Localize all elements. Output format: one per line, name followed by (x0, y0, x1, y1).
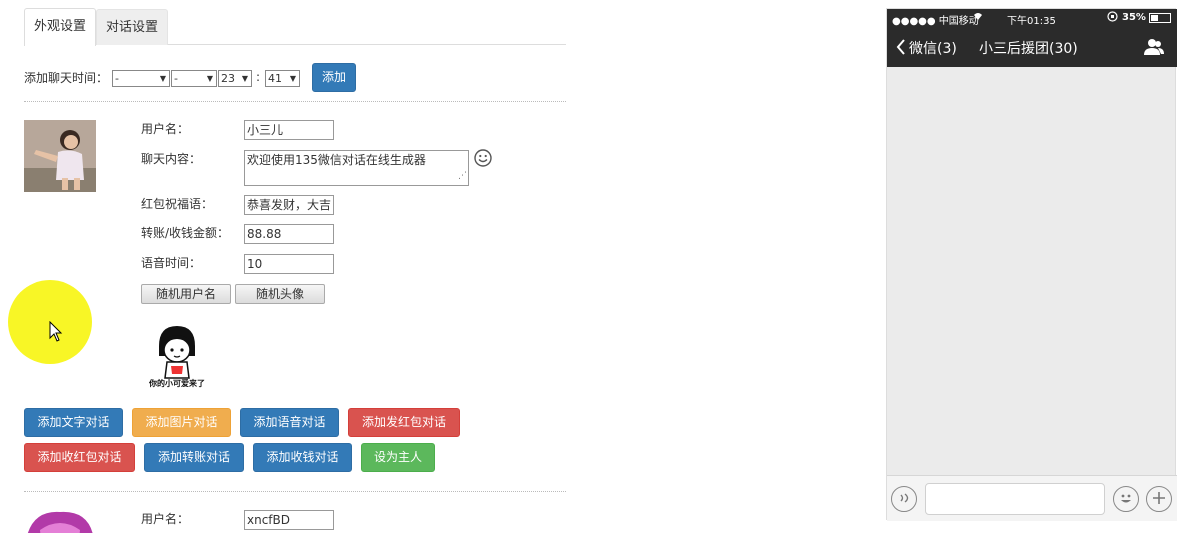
back-button[interactable]: 微信(3) (909, 38, 957, 58)
avatar[interactable] (24, 120, 96, 192)
battery-icon (1149, 13, 1171, 23)
username-label: 用户名： (141, 512, 190, 526)
rotation-lock-icon (1107, 11, 1118, 25)
select-value: - (174, 72, 178, 85)
tab-appearance[interactable]: 外观设置 (24, 8, 97, 46)
add-collect-dialog-button[interactable]: 添加收钱对话 (253, 443, 352, 472)
set-as-owner-button[interactable]: 设为主人 (361, 443, 435, 472)
dropdown-arrow-icon: ▼ (159, 74, 166, 83)
dropdown-arrow-icon: ▼ (289, 74, 296, 83)
avatar[interactable] (24, 510, 96, 533)
phone-preview: ●●●●● 中国移动 下午01:35 35% 微信(3) 小三后援团(30) (886, 8, 1177, 521)
avatar-cartoon-icon (27, 511, 93, 533)
add-transfer-dialog-button[interactable]: 添加转账对话 (144, 443, 244, 472)
minute-select[interactable]: 41 ▼ (265, 70, 300, 87)
settings-tabs: 外观设置 对话设置 (24, 8, 566, 46)
select-value: 41 (268, 72, 282, 85)
hour-prefix-select[interactable]: - ▼ (112, 70, 170, 87)
add-time-button[interactable]: 添加 (312, 63, 356, 92)
chat-title: 小三后援团(30) (979, 41, 1078, 57)
dropdown-arrow-icon: ▼ (241, 74, 248, 83)
message-input[interactable] (925, 483, 1105, 515)
hour-select[interactable]: 23 ▼ (218, 70, 252, 87)
group-members-icon[interactable] (1143, 38, 1165, 59)
cartoon-girl-icon (159, 326, 195, 379)
voice-icon[interactable] (891, 486, 917, 512)
random-username-button[interactable]: 随机用户名 (141, 284, 231, 304)
blessing-label: 红包祝福语： (141, 197, 214, 211)
username-input[interactable]: xncfBD (244, 510, 334, 530)
chat-content-value: 欢迎使用135微信对话在线生成器 (247, 153, 426, 167)
sticker-image[interactable]: 你的小可爱来了 (145, 322, 209, 392)
tab-dialog[interactable]: 对话设置 (96, 9, 169, 45)
voice-time-label: 语音时间： (141, 256, 202, 270)
emoji-icon[interactable] (1113, 486, 1139, 512)
blessing-input[interactable]: 恭喜发财，大吉 (244, 195, 334, 215)
select-value: 23 (221, 72, 235, 85)
voice-time-input[interactable]: 10 (244, 254, 334, 274)
username-label: 用户名： (141, 122, 190, 136)
chat-navbar: 微信(3) 小三后援团(30) (887, 27, 1177, 67)
chat-content-label: 聊天内容： (141, 152, 202, 166)
mouse-cursor-icon (49, 320, 63, 346)
wifi-icon (972, 11, 984, 24)
amount-label: 转账/收钱金额： (141, 226, 230, 240)
username-input[interactable]: 小三儿 (244, 120, 334, 140)
time-colon: : (256, 70, 261, 84)
carrier-text: ●●●●● 中国移动 (892, 16, 979, 27)
chat-input-bar (887, 475, 1177, 521)
add-text-dialog-button[interactable]: 添加文字对话 (24, 408, 123, 437)
chat-content-textarea[interactable]: 欢迎使用135微信对话在线生成器 ⋰ (244, 150, 469, 186)
sticker-caption: 你的小可爱来了 (149, 379, 205, 388)
add-image-dialog-button[interactable]: 添加图片对话 (132, 408, 231, 437)
divider (24, 101, 566, 102)
back-chevron-icon[interactable] (896, 39, 906, 58)
select-value: - (115, 72, 119, 85)
avatar-photo-icon (24, 120, 96, 192)
add-voice-dialog-button[interactable]: 添加语音对话 (240, 408, 339, 437)
dropdown-arrow-icon: ▼ (206, 74, 213, 83)
add-send-redpacket-button[interactable]: 添加发红包对话 (348, 408, 460, 437)
battery-text: 35% (1122, 12, 1146, 23)
chat-time-label: 添加聊天时间： (24, 71, 109, 85)
status-bar: ●●●●● 中国移动 下午01:35 35% (887, 9, 1177, 27)
add-receive-redpacket-button[interactable]: 添加收红包对话 (24, 443, 135, 472)
random-avatar-button[interactable]: 随机头像 (235, 284, 325, 304)
divider (24, 491, 566, 492)
ampm-select[interactable]: - ▼ (171, 70, 217, 87)
smiley-icon[interactable] (474, 149, 492, 170)
clock-text: 下午01:35 (1007, 16, 1056, 27)
resize-handle-icon[interactable]: ⋰ (458, 167, 467, 185)
amount-input[interactable]: 88.88 (244, 224, 334, 244)
plus-icon[interactable] (1146, 486, 1172, 512)
